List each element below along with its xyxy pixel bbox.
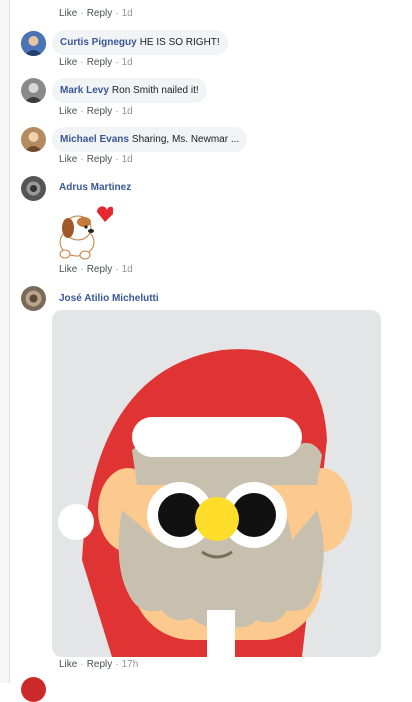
comment-actions: Like · Reply · 17h — [59, 659, 139, 670]
reply-link[interactable]: Reply — [87, 659, 113, 670]
reply-link[interactable]: Reply — [87, 57, 113, 68]
avatar[interactable] — [21, 176, 46, 201]
comment-bubble: Mark Levy Ron Smith nailed it! — [52, 78, 207, 103]
reply-link[interactable]: Reply — [87, 264, 113, 275]
comment-time[interactable]: 1d — [122, 264, 133, 275]
comment-actions: Like · Reply · 1d — [59, 8, 133, 19]
comment-text: Ron Smith nailed it! — [111, 85, 199, 96]
comment-actions: Like · Reply · 1d — [59, 264, 133, 275]
comment-bubble: Curtis Pigneguy HE IS SO RIGHT! — [52, 30, 228, 55]
puppy-heart-sticker[interactable] — [51, 200, 115, 262]
left-panel-edge — [0, 0, 10, 683]
comment-actions: Like · Reply · 1d — [59, 57, 133, 68]
comment-author[interactable]: Curtis Pigneguy — [60, 37, 137, 48]
comment-text: HE IS SO RIGHT! — [139, 37, 220, 48]
like-link[interactable]: Like — [59, 57, 77, 68]
comment-time[interactable]: 1d — [122, 8, 133, 19]
avatar[interactable] — [21, 127, 46, 152]
avatar[interactable] — [21, 677, 46, 702]
avatar[interactable] — [21, 78, 46, 103]
reply-link[interactable]: Reply — [87, 154, 113, 165]
comment-author[interactable]: José Atilio Michelutti — [59, 293, 159, 304]
comment-author[interactable]: Adrus Martinez — [59, 182, 131, 193]
comment-time[interactable]: 1d — [122, 154, 133, 165]
comment-actions: Like · Reply · 1d — [59, 154, 133, 165]
like-link[interactable]: Like — [59, 106, 77, 117]
santa-owl-sticker[interactable] — [52, 310, 381, 657]
comment-time[interactable]: 1d — [122, 57, 133, 68]
comment-bubble: Michael Evans Sharing, Ms. Newmar ... — [52, 127, 248, 152]
like-link[interactable]: Like — [59, 8, 77, 19]
comment-time[interactable]: 17h — [122, 659, 139, 670]
like-link[interactable]: Like — [59, 154, 77, 165]
comment-text: Sharing, Ms. Newmar ... — [131, 134, 240, 145]
reply-link[interactable]: Reply — [87, 8, 113, 19]
like-link[interactable]: Like — [59, 264, 77, 275]
avatar[interactable] — [21, 286, 46, 311]
like-link[interactable]: Like — [59, 659, 77, 670]
comment-author[interactable]: Mark Levy — [60, 85, 109, 96]
reply-link[interactable]: Reply — [87, 106, 113, 117]
comment-actions: Like · Reply · 1d — [59, 106, 133, 117]
comment-author[interactable]: Michael Evans — [60, 134, 129, 145]
comment-time[interactable]: 1d — [122, 106, 133, 117]
avatar[interactable] — [21, 31, 46, 56]
